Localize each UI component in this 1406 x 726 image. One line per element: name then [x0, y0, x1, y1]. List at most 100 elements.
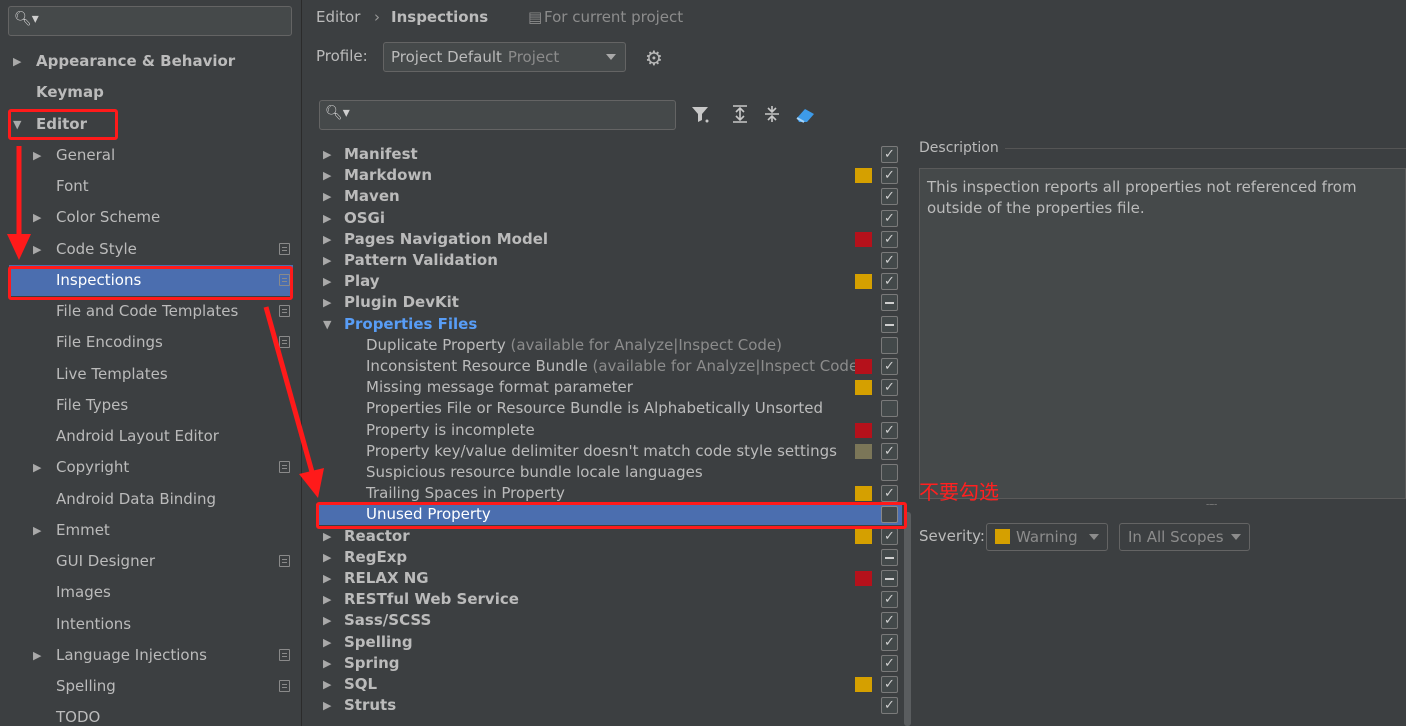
inspection-checkbox[interactable] — [881, 400, 898, 417]
inspection-group-row[interactable]: ▶ Spelling ✓ — [316, 632, 906, 653]
chevron-right-icon[interactable]: ▶ — [323, 610, 331, 631]
inspection-row[interactable]: Inconsistent Resource Bundle (available … — [316, 356, 906, 377]
inspection-group-row[interactable]: ▶ Spring ✓ — [316, 653, 906, 674]
inspection-group-row[interactable]: ▶ RegExp — [316, 547, 906, 568]
chevron-right-icon[interactable]: ▶ — [323, 186, 331, 207]
sidebar-item[interactable]: Font — [0, 171, 302, 202]
inspection-checkbox[interactable]: ✓ — [881, 591, 898, 608]
inspection-row[interactable]: Suspicious resource bundle locale langua… — [316, 462, 906, 483]
chevron-right-icon[interactable]: ▶ — [33, 202, 47, 233]
sidebar-item[interactable]: ▶ Copyright — [0, 452, 302, 483]
chevron-right-icon[interactable]: ▶ — [323, 653, 331, 674]
chevron-right-icon[interactable]: ▶ — [323, 250, 331, 271]
chevron-right-icon[interactable]: ▶ — [323, 547, 331, 568]
tree-scrollbar[interactable] — [902, 137, 912, 726]
severity-dropdown[interactable]: Warning — [986, 523, 1108, 551]
inspection-row[interactable]: Properties File or Resource Bundle is Al… — [316, 398, 906, 419]
chevron-right-icon[interactable]: ▶ — [33, 234, 47, 265]
inspection-row[interactable]: Trailing Spaces in Property ✓ — [316, 483, 906, 504]
chevron-right-icon[interactable]: ▶ — [323, 568, 331, 589]
chevron-right-icon[interactable]: ▶ — [323, 674, 331, 695]
chevron-right-icon[interactable]: ▶ — [33, 452, 47, 483]
chevron-right-icon[interactable]: ▶ — [323, 271, 331, 292]
settings-search-input[interactable]: 🔍︎▾ — [8, 6, 292, 36]
sidebar-item[interactable]: Spelling — [0, 671, 302, 702]
inspection-checkbox[interactable]: ✓ — [881, 443, 898, 460]
chevron-right-icon[interactable]: ▶ — [323, 526, 331, 547]
breadcrumb-editor[interactable]: Editor — [316, 8, 360, 26]
sidebar-item[interactable]: TODO — [0, 702, 302, 726]
inspection-checkbox[interactable]: ✓ — [881, 210, 898, 227]
inspection-group-row[interactable]: ▶ RELAX NG — [316, 568, 906, 589]
inspection-checkbox[interactable]: ✓ — [881, 697, 898, 714]
inspection-checkbox[interactable] — [881, 294, 898, 311]
sidebar-item[interactable]: GUI Designer — [0, 546, 302, 577]
scrollbar-thumb[interactable] — [904, 512, 911, 726]
chevron-right-icon[interactable]: ▶ — [323, 589, 331, 610]
inspection-row[interactable]: Property is incomplete ✓ — [316, 420, 906, 441]
inspection-checkbox[interactable]: ✓ — [881, 379, 898, 396]
inspection-group-row[interactable]: ▶ Pattern Validation ✓ — [316, 250, 906, 271]
chevron-right-icon[interactable]: ▶ — [33, 515, 47, 546]
chevron-right-icon[interactable]: ▶ — [323, 229, 331, 250]
inspection-row[interactable]: Missing message format parameter ✓ — [316, 377, 906, 398]
sidebar-item[interactable]: ▶ Language Injections — [0, 640, 302, 671]
inspection-checkbox[interactable]: ✓ — [881, 167, 898, 184]
chevron-right-icon[interactable]: ▶ — [33, 640, 47, 671]
inspection-checkbox[interactable]: ✓ — [881, 252, 898, 269]
profile-dropdown[interactable]: Project Default Project — [383, 42, 626, 72]
expand-all-icon[interactable] — [730, 104, 750, 129]
inspection-checkbox[interactable]: ✓ — [881, 188, 898, 205]
chevron-right-icon[interactable]: ▶ — [323, 208, 331, 229]
inspection-row[interactable]: Property key/value delimiter doesn't mat… — [316, 441, 906, 462]
inspection-checkbox[interactable]: ✓ — [881, 485, 898, 502]
inspection-checkbox[interactable] — [881, 337, 898, 354]
inspection-group-row[interactable]: ▶ Markdown ✓ — [316, 165, 906, 186]
inspection-checkbox[interactable]: ✓ — [881, 655, 898, 672]
splitter-handle[interactable]: ╌╌ — [1206, 500, 1217, 511]
sidebar-item[interactable]: ▶ Color Scheme — [0, 202, 302, 233]
sidebar-item[interactable]: Android Data Binding — [0, 484, 302, 515]
sidebar-item[interactable]: Android Layout Editor — [0, 421, 302, 452]
inspection-checkbox[interactable]: ✓ — [881, 634, 898, 651]
inspection-checkbox[interactable] — [881, 570, 898, 587]
inspection-group-row[interactable]: ▶ Plugin DevKit — [316, 292, 906, 313]
sidebar-item[interactable]: ▶ Code Style — [0, 234, 302, 265]
inspection-checkbox[interactable] — [881, 549, 898, 566]
sidebar-item[interactable]: File Encodings — [0, 327, 302, 358]
scope-dropdown[interactable]: In All Scopes — [1119, 523, 1250, 551]
inspection-checkbox[interactable]: ✓ — [881, 528, 898, 545]
inspection-group-row[interactable]: ▶ RESTful Web Service ✓ — [316, 589, 906, 610]
inspection-group-row[interactable]: ▶ Pages Navigation Model ✓ — [316, 229, 906, 250]
filter-icon[interactable] — [690, 104, 710, 129]
chevron-down-icon[interactable]: ▼ — [323, 314, 331, 335]
sidebar-item[interactable]: Intentions — [0, 609, 302, 640]
inspection-group-row[interactable]: ▶ Sass/SCSS ✓ — [316, 610, 906, 631]
sidebar-item[interactable]: File and Code Templates — [0, 296, 302, 327]
inspection-checkbox[interactable]: ✓ — [881, 358, 898, 375]
sidebar-item[interactable]: ▶ General — [0, 140, 302, 171]
inspection-group-row[interactable]: ▶ Struts ✓ — [316, 695, 906, 716]
eraser-icon[interactable] — [794, 104, 816, 129]
inspection-checkbox[interactable]: ✓ — [881, 612, 898, 629]
inspection-group-row[interactable]: ▶ SQL ✓ — [316, 674, 906, 695]
inspection-group-row[interactable]: ▶ Maven ✓ — [316, 186, 906, 207]
inspection-checkbox[interactable] — [881, 464, 898, 481]
inspection-checkbox[interactable] — [881, 316, 898, 333]
inspection-checkbox[interactable]: ✓ — [881, 146, 898, 163]
inspection-group-row[interactable]: ▶ Reactor ✓ — [316, 526, 906, 547]
inspection-checkbox[interactable]: ✓ — [881, 676, 898, 693]
sidebar-item[interactable]: ▶ Appearance & Behavior — [0, 46, 302, 77]
inspection-group-row[interactable]: ▶ Play ✓ — [316, 271, 906, 292]
sidebar-item[interactable]: Images — [0, 577, 302, 608]
chevron-right-icon[interactable]: ▶ — [13, 46, 27, 77]
sidebar-item[interactable]: Live Templates — [0, 359, 302, 390]
sidebar-item[interactable]: Keymap — [0, 77, 302, 108]
chevron-right-icon[interactable]: ▶ — [33, 140, 47, 171]
inspection-group-row[interactable]: ▼ Properties Files — [316, 314, 906, 335]
sidebar-item[interactable]: ▶ Emmet — [0, 515, 302, 546]
chevron-right-icon[interactable]: ▶ — [323, 165, 331, 186]
inspection-search-input[interactable]: 🔍︎▾ — [319, 100, 676, 130]
inspection-checkbox[interactable]: ✓ — [881, 273, 898, 290]
collapse-all-icon[interactable] — [762, 104, 782, 129]
